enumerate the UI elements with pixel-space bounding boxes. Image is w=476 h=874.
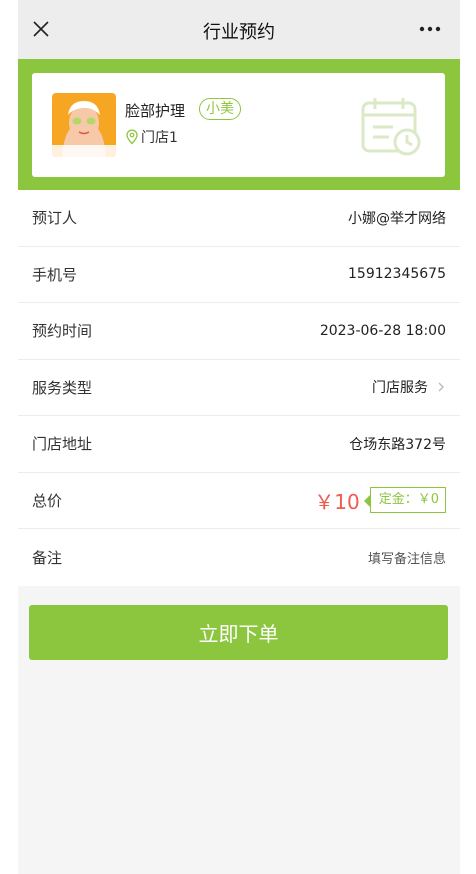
booker-row: 预订人 小娜@举才网络	[18, 190, 460, 247]
deposit-badge: 定金：￥0	[363, 487, 446, 514]
calendar-icon	[361, 98, 421, 156]
service-type-label: 服务类型	[32, 378, 93, 397]
phone-row: 手机号 15912345675	[18, 247, 460, 303]
address-row: 门店地址 仓场东路372号	[18, 416, 460, 473]
booking-form: 预订人 小娜@举才网络 手机号 15912345675 预约时间 2023-06…	[18, 190, 460, 586]
service-type-value: 门店服务	[372, 380, 428, 397]
note-row[interactable]: 备注 填写备注信息	[18, 529, 460, 586]
store-name: 门店1	[141, 130, 178, 146]
page-title: 行业预约	[203, 22, 275, 43]
service-type-row[interactable]: 服务类型 门店服务	[18, 360, 460, 416]
chevron-right-icon	[438, 382, 444, 392]
note-input[interactable]: 填写备注信息	[368, 548, 446, 567]
service-banner: 脸部护理 小美 门店1	[18, 59, 460, 190]
staff-tag: 小美	[199, 98, 241, 120]
note-label: 备注	[32, 548, 63, 567]
phone-value: 15912345675	[348, 266, 446, 283]
time-row: 预约时间 2023-06-28 18:00	[18, 303, 460, 360]
address-value: 仓场东路372号	[349, 436, 446, 453]
page-frame: 行业预约 脸部护理 小美 门店1 预订人 小娜@举才网络 手机号 1591234…	[18, 0, 460, 874]
service-name: 脸部护理	[125, 102, 186, 120]
phone-label: 手机号	[32, 265, 78, 284]
time-value: 2023-06-28 18:00	[319, 322, 446, 339]
face-mask-avatar	[52, 93, 116, 157]
total-value: ￥10 定金：￥0	[314, 486, 446, 515]
address-label: 门店地址	[32, 435, 93, 454]
total-row: 总价 ￥10 定金：￥0	[18, 473, 460, 529]
service-type-selector[interactable]: 门店服务	[372, 377, 446, 397]
booker-label: 预订人	[32, 209, 78, 228]
submit-order-button[interactable]: 立即下单	[29, 605, 448, 660]
location-pin-icon	[126, 129, 138, 145]
time-label: 预约时间	[32, 322, 93, 341]
total-label: 总价	[32, 491, 63, 510]
service-card: 脸部护理 小美 门店1	[32, 73, 445, 177]
nav-bar: 行业预约	[18, 0, 460, 59]
more-dots-icon[interactable]	[414, 14, 446, 44]
price-value: ￥10	[314, 489, 360, 514]
booker-value: 小娜@举才网络	[348, 210, 446, 227]
store-info: 门店1	[125, 127, 178, 147]
